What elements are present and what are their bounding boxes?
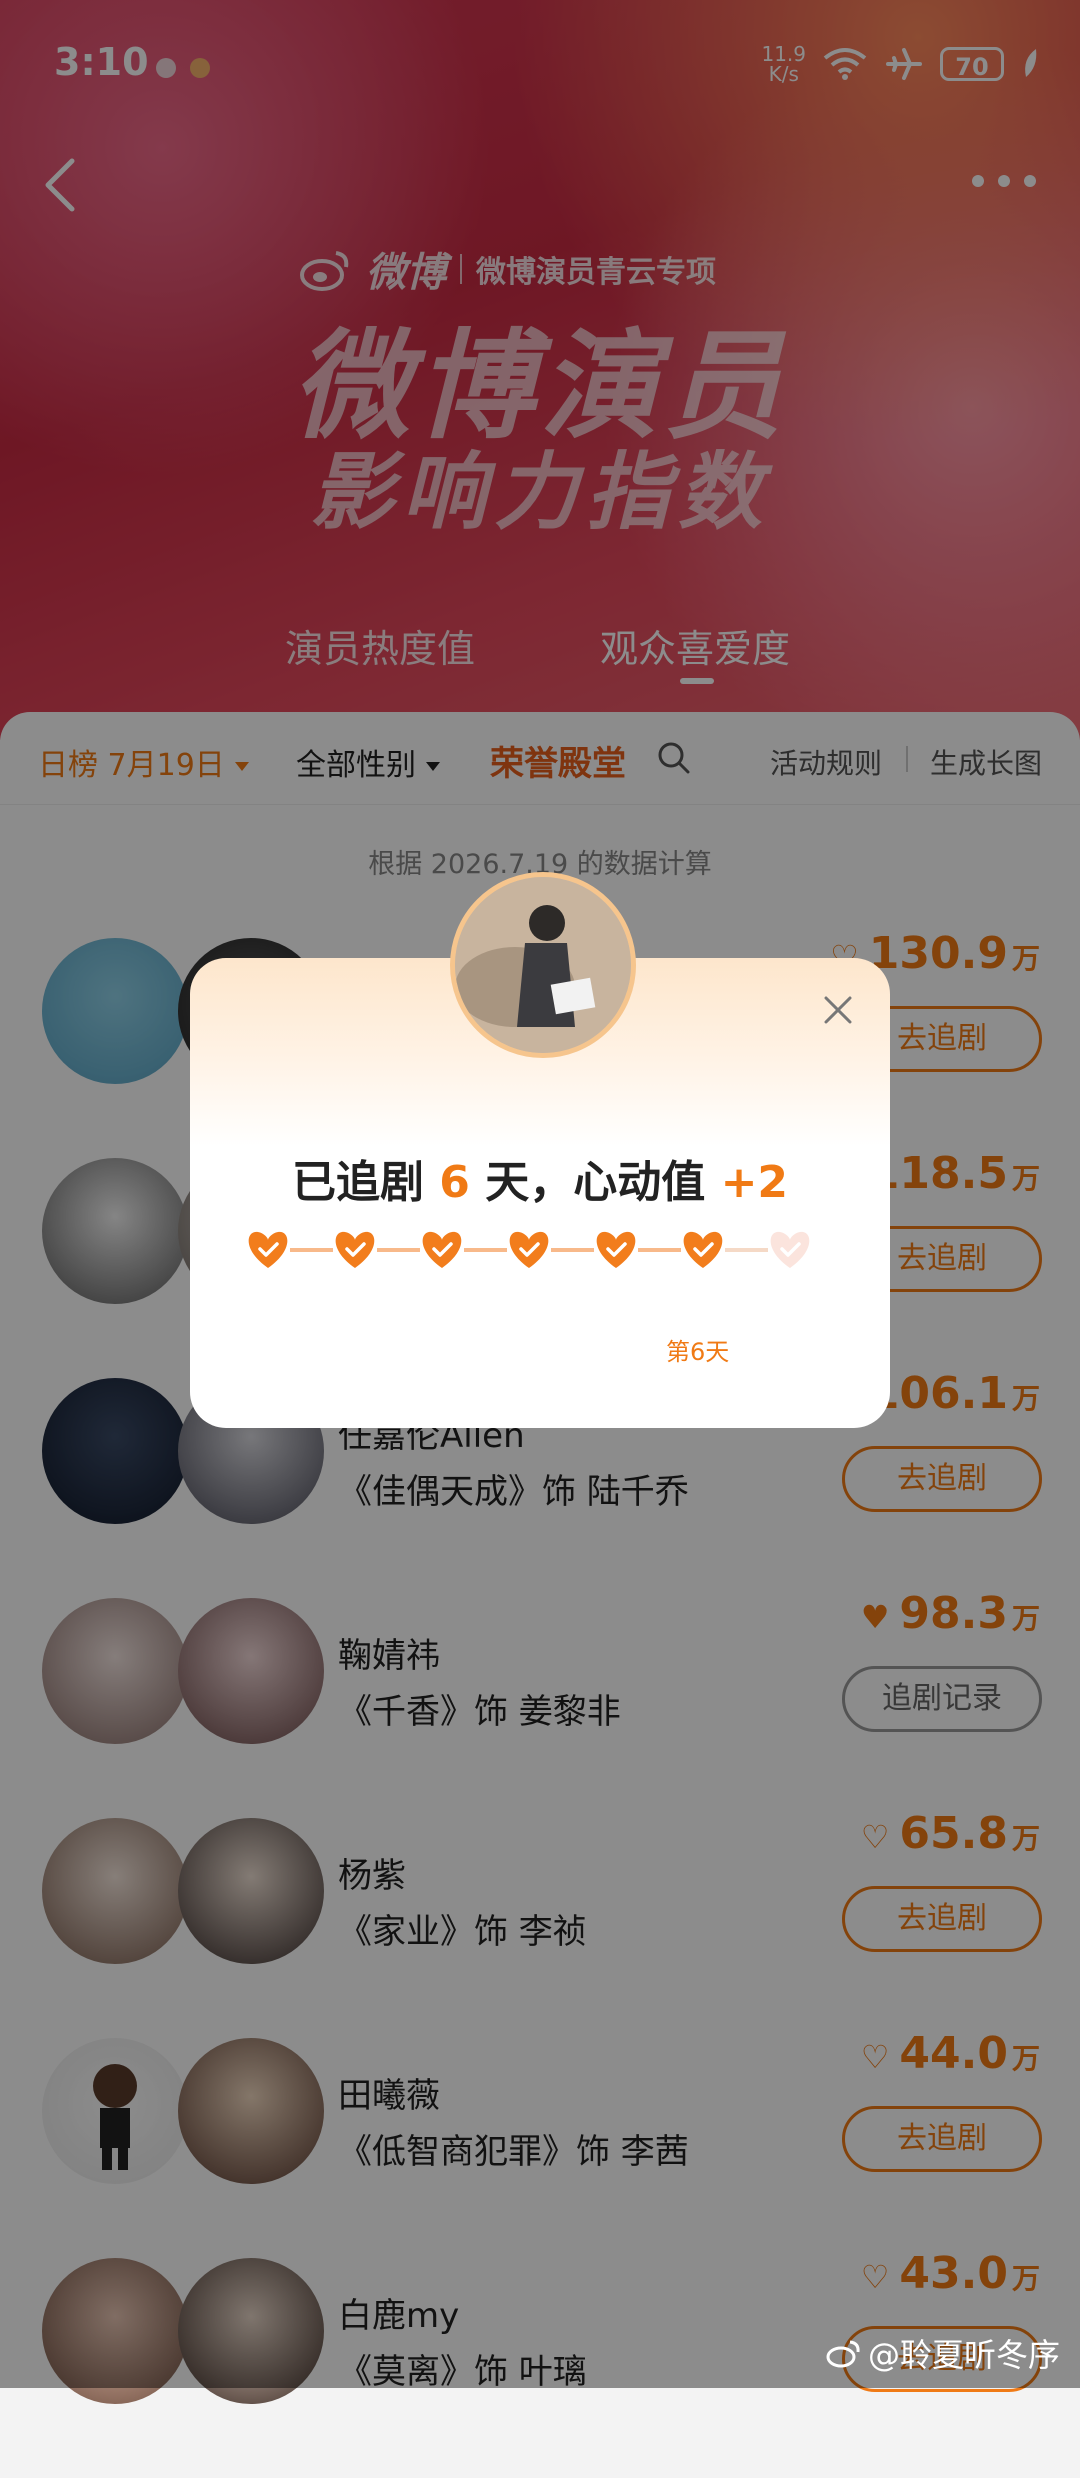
heart-empty-icon xyxy=(770,1231,810,1268)
current-day-label: 第6天 xyxy=(666,1338,730,1366)
heart-checked-icon xyxy=(509,1231,549,1268)
heart-checked-icon xyxy=(596,1231,636,1268)
heart-checked-icon xyxy=(335,1231,375,1268)
streak-progress xyxy=(248,1231,810,1268)
popup-message: 已追剧 6 天，心动值 +2 xyxy=(291,1157,789,1208)
popup-avatar xyxy=(450,872,636,1058)
watermark: @聆夏听冬序 xyxy=(826,2330,1060,2376)
actor-photo xyxy=(455,877,631,1053)
weibo-logo-icon xyxy=(826,2340,860,2368)
heart-checked-icon xyxy=(422,1231,462,1268)
close-icon[interactable] xyxy=(818,990,858,1030)
heart-checked-icon xyxy=(248,1231,288,1268)
heart-checked-icon xyxy=(683,1231,723,1268)
